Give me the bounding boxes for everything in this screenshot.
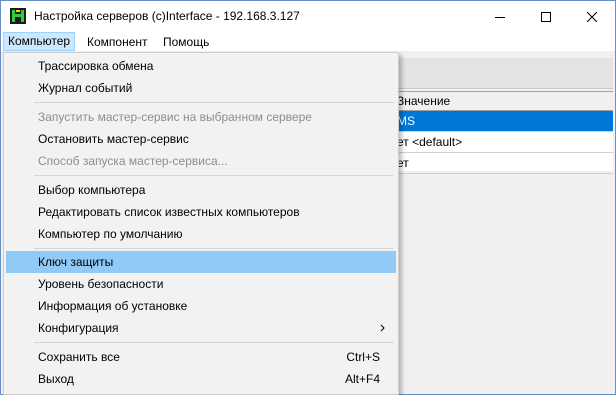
- menu-item-master-service-startup[interactable]: Способ запуска мастер-сервиса...: [6, 150, 396, 172]
- menu-item-label: Сохранить все: [38, 350, 120, 364]
- menu-item-label: Ключ защиты: [38, 255, 114, 269]
- main-window: Настройка серверов (c)Interface - 192.16…: [0, 0, 616, 395]
- menu-item-edit-known-computers[interactable]: Редактировать список известных компьютер…: [6, 201, 396, 223]
- maximize-button[interactable]: [523, 1, 569, 32]
- grid-header[interactable]: Значение: [393, 91, 613, 111]
- menu-item-label: Компьютер по умолчанию: [38, 227, 183, 241]
- close-icon: [587, 11, 597, 22]
- menu-computer[interactable]: Компьютер: [3, 32, 76, 51]
- menu-separator: [34, 102, 394, 103]
- menu-item-label: Информация об установке: [38, 299, 188, 313]
- menu-item-select-computer[interactable]: Выбор компьютера: [6, 179, 396, 201]
- minimize-button[interactable]: [477, 1, 523, 32]
- close-button[interactable]: [569, 1, 615, 32]
- menu-item-protection-key[interactable]: Ключ защиты: [6, 251, 396, 273]
- menu-component[interactable]: Компонент: [83, 33, 152, 51]
- menu-item-shortcut: Alt+F4: [344, 372, 380, 386]
- grid-row[interactable]: MS: [393, 111, 613, 132]
- maximize-icon: [541, 11, 551, 22]
- grid-row[interactable]: ет <default>: [393, 132, 613, 153]
- menu-separator: [34, 175, 394, 176]
- menu-item-label: Способ запуска мастер-сервиса...: [38, 154, 228, 168]
- menu-item-install-info[interactable]: Информация об установке: [6, 295, 396, 317]
- menu-help[interactable]: Помощь: [159, 33, 213, 51]
- grid-cell: ет <default>: [397, 135, 463, 149]
- menu-item-label: Трассировка обмена: [38, 59, 154, 73]
- grid-row[interactable]: ет: [393, 153, 613, 174]
- toolbar-area: [393, 58, 613, 89]
- app-icon: [10, 8, 26, 24]
- menu-item-stop-master-service[interactable]: Остановить мастер-сервис: [6, 128, 396, 150]
- menu-item-configuration[interactable]: Конфигурация: [6, 317, 396, 339]
- menu-item-label: Журнал событий: [38, 81, 133, 95]
- menu-separator: [34, 342, 394, 343]
- menu-item-label: Уровень безопасности: [38, 277, 164, 291]
- title-bar[interactable]: Настройка серверов (c)Interface - 192.16…: [1, 1, 615, 32]
- menu-item-label: Редактировать список известных компьютер…: [38, 205, 300, 219]
- menu-bar: Компьютер Компонент Помощь: [1, 32, 615, 51]
- minimize-icon: [495, 16, 505, 18]
- menu-item-label: Запустить мастер-сервис на выбранном сер…: [38, 110, 312, 124]
- menu-item-label: Выбор компьютера: [38, 183, 146, 197]
- window-title: Настройка серверов (c)Interface - 192.16…: [34, 9, 300, 23]
- menu-item-save-all[interactable]: Сохранить все Ctrl+S: [6, 346, 396, 368]
- menu-item-trace[interactable]: Трассировка обмена: [6, 55, 396, 77]
- menu-item-label: Конфигурация: [38, 321, 119, 335]
- menu-item-label: Выход: [38, 372, 74, 386]
- menu-item-shortcut: Ctrl+S: [346, 350, 380, 364]
- menu-item-security-level[interactable]: Уровень безопасности: [6, 273, 396, 295]
- chevron-right-icon: [380, 324, 385, 332]
- menu-item-start-master-service[interactable]: Запустить мастер-сервис на выбранном сер…: [6, 106, 396, 128]
- menu-item-default-computer[interactable]: Компьютер по умолчанию: [6, 223, 396, 245]
- grid-header-value: Значение: [397, 94, 451, 108]
- menu-item-exit[interactable]: Выход Alt+F4: [6, 368, 396, 390]
- menu-separator: [34, 248, 394, 249]
- menu-item-event-log[interactable]: Журнал событий: [6, 77, 396, 99]
- settings-grid: Значение MS ет <default> ет: [393, 91, 613, 174]
- menu-item-label: Остановить мастер-сервис: [38, 132, 189, 146]
- computer-menu-dropdown: Трассировка обмена Журнал событий Запуст…: [3, 52, 399, 395]
